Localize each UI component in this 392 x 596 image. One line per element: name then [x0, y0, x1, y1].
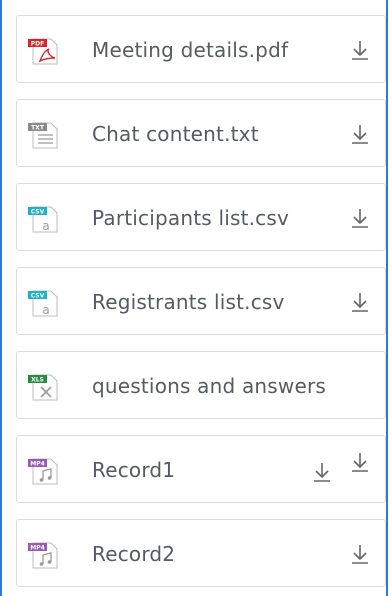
file-item[interactable]: XLS questions and answers: [16, 351, 386, 419]
file-name: Record1: [92, 458, 176, 482]
txt-file-icon: TXT: [28, 122, 58, 149]
download-icon[interactable]: [349, 290, 371, 314]
file-item[interactable]: CSV a Participants list.csv: [16, 183, 386, 251]
file-item[interactable]: CSV a Registrants list.csv: [16, 267, 386, 335]
download-icon[interactable]: [349, 450, 371, 474]
file-item[interactable]: PDF Meeting details.pdf: [16, 15, 386, 83]
file-badge: CSV: [31, 293, 45, 300]
download-icon[interactable]: [311, 460, 333, 484]
file-list-panel: PDF Meeting details.pdf TXT Chat content…: [0, 0, 388, 596]
file-badge: MP4: [30, 461, 45, 468]
file-name: questions and answers: [92, 374, 327, 398]
file-badge: PDF: [31, 41, 44, 48]
download-icon[interactable]: [349, 206, 371, 230]
mp4-file-icon: MP4: [28, 458, 58, 485]
xls-file-icon: XLS: [28, 374, 58, 401]
download-icon[interactable]: [349, 122, 371, 146]
csv-file-icon: CSV a: [28, 206, 58, 233]
file-name: Registrants list.csv: [92, 290, 285, 314]
file-name: Participants list.csv: [92, 206, 290, 230]
download-icon[interactable]: [349, 38, 371, 62]
file-badge: XLS: [31, 377, 44, 384]
file-item[interactable]: MP4 Record1: [16, 435, 386, 503]
mp4-file-icon: MP4: [28, 542, 58, 569]
file-name: Record2: [92, 542, 176, 566]
file-name: Chat content.txt: [92, 122, 259, 146]
file-item[interactable]: MP4 Record2: [16, 519, 386, 587]
download-icon[interactable]: [349, 542, 371, 566]
svg-text:a: a: [42, 303, 49, 317]
file-item[interactable]: TXT Chat content.txt: [16, 99, 386, 167]
svg-text:a: a: [42, 219, 49, 233]
file-badge: CSV: [31, 209, 45, 216]
file-name: Meeting details.pdf: [92, 38, 289, 62]
file-badge: TXT: [31, 125, 45, 132]
csv-file-icon: CSV a: [28, 290, 58, 317]
pdf-file-icon: PDF: [28, 38, 58, 65]
file-badge: MP4: [30, 545, 45, 552]
